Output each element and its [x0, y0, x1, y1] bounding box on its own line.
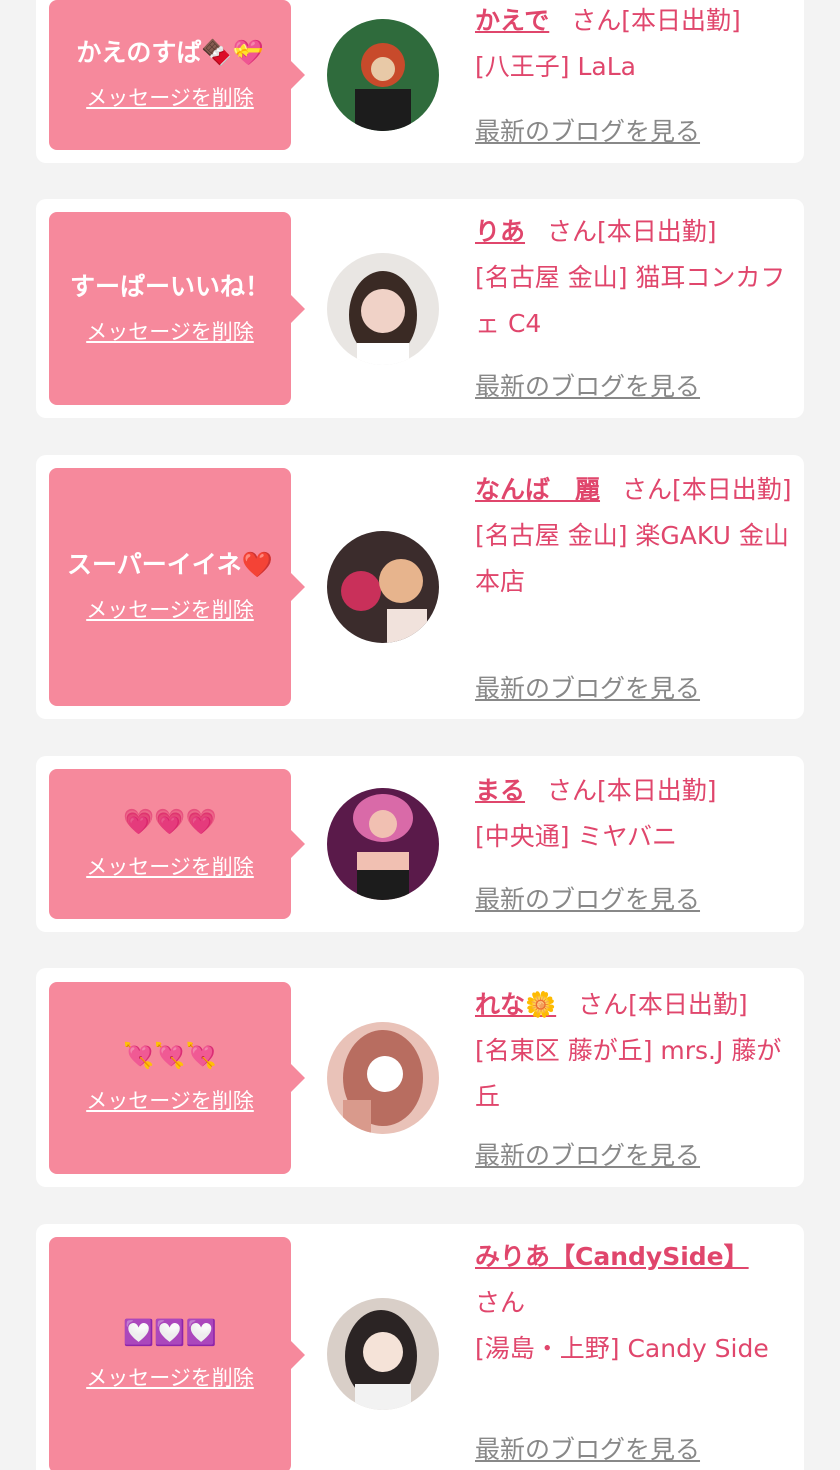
name-link[interactable]: れな🌼	[475, 990, 556, 1019]
name-link[interactable]: りあ	[475, 217, 525, 246]
delete-message-link[interactable]: メッセージを削除	[86, 1085, 254, 1115]
name-link[interactable]: まる	[475, 776, 525, 805]
blog-link[interactable]: 最新のブログを見る	[475, 112, 700, 148]
avatar[interactable]	[327, 1298, 439, 1410]
message-card: すーぱーいいね！ メッセージを削除 りあ さん[本日出勤] [名古屋 金山] 猫耳…	[36, 199, 804, 418]
message-card: 💘💘💘 メッセージを削除 れな🌼 さん[本日出勤] [名東区 藤が丘] mrs.J…	[36, 968, 804, 1187]
name-link[interactable]: みりあ【CandySide】	[475, 1242, 749, 1271]
message-card: スーパーイイネ❤️ メッセージを削除 なんば 麗さん[本日出勤] [名古屋 金山…	[36, 455, 804, 719]
profile-info: りあ さん[本日出勤] [名古屋 金山] 猫耳コンカフェ C4	[475, 209, 795, 347]
status-text: [本日出勤]	[597, 217, 717, 246]
blog-link[interactable]: 最新のブログを見る	[475, 367, 700, 403]
honorific: さん	[578, 990, 629, 1019]
delete-message-link[interactable]: メッセージを削除	[86, 851, 254, 881]
status-text: [本日出勤]	[628, 990, 748, 1019]
status-text: [本日出勤]	[621, 6, 741, 35]
honorific: さん	[571, 6, 622, 35]
message-card: 💟💟💟 メッセージを削除 みりあ【CandySide】さん [湯島・上野] Ca…	[36, 1224, 804, 1470]
shop-text: [名古屋 金山] 楽GAKU 金山本店	[475, 521, 789, 596]
message-text: 💘💘💘	[123, 1041, 217, 1070]
delete-message-link[interactable]: メッセージを削除	[86, 594, 254, 624]
honorific: さん	[475, 1288, 526, 1317]
avatar[interactable]	[327, 531, 439, 643]
message-card: かえのすぱ🍫💝 メッセージを削除 かえで さん[本日出勤] [八王子] LaLa …	[36, 0, 804, 163]
message-text: 💗💗💗	[123, 807, 217, 836]
message-text: すーぱーいいね！	[69, 271, 270, 301]
name-link[interactable]: なんば 麗	[475, 475, 600, 504]
honorific: さん	[547, 776, 598, 805]
honorific: さん	[547, 217, 598, 246]
shop-text: [八王子] LaLa	[475, 52, 636, 81]
blog-link[interactable]: 最新のブログを見る	[475, 1136, 700, 1172]
status-text: [本日出勤]	[597, 776, 717, 805]
profile-info: かえで さん[本日出勤] [八王子] LaLa	[475, 0, 795, 90]
shop-text: [湯島・上野] Candy Side	[475, 1334, 769, 1363]
avatar[interactable]	[327, 19, 439, 131]
avatar[interactable]	[327, 1022, 439, 1134]
message-text: かえのすぱ🍫💝	[76, 38, 264, 67]
honorific: さん	[622, 475, 673, 504]
profile-info: れな🌼 さん[本日出勤] [名東区 藤が丘] mrs.J 藤が丘	[475, 982, 795, 1120]
message-bubble: 💘💘💘 メッセージを削除	[49, 982, 305, 1174]
shop-text: [中央通] ミヤバニ	[475, 822, 677, 851]
avatar[interactable]	[327, 788, 439, 900]
profile-info: まる さん[本日出勤] [中央通] ミヤバニ	[475, 768, 795, 860]
message-card: 💗💗💗 メッセージを削除 まる さん[本日出勤] [中央通] ミヤバニ 最新のブロ…	[36, 756, 804, 932]
shop-text: [名東区 藤が丘] mrs.J 藤が丘	[475, 1036, 782, 1111]
blog-link[interactable]: 最新のブログを見る	[475, 669, 700, 705]
message-bubble: かえのすぱ🍫💝 メッセージを削除	[49, 0, 305, 150]
message-bubble: すーぱーいいね！ メッセージを削除	[49, 212, 305, 405]
delete-message-link[interactable]: メッセージを削除	[86, 316, 254, 346]
status-text: [本日出勤]	[672, 475, 792, 504]
message-bubble: スーパーイイネ❤️ メッセージを削除	[49, 468, 305, 706]
message-bubble: 💟💟💟 メッセージを削除	[49, 1237, 305, 1470]
message-text: スーパーイイネ❤️	[67, 550, 273, 579]
profile-info: みりあ【CandySide】さん [湯島・上野] Candy Side	[475, 1234, 795, 1372]
message-text: 💟💟💟	[123, 1318, 217, 1347]
blog-link[interactable]: 最新のブログを見る	[475, 1430, 700, 1466]
message-bubble: 💗💗💗 メッセージを削除	[49, 769, 305, 919]
blog-link[interactable]: 最新のブログを見る	[475, 880, 700, 916]
shop-text: [名古屋 金山] 猫耳コンカフェ C4	[475, 263, 786, 338]
avatar[interactable]	[327, 253, 439, 365]
profile-info: なんば 麗さん[本日出勤] [名古屋 金山] 楽GAKU 金山本店	[475, 467, 795, 605]
delete-message-link[interactable]: メッセージを削除	[86, 1362, 254, 1392]
name-link[interactable]: かえで	[475, 6, 549, 35]
delete-message-link[interactable]: メッセージを削除	[86, 82, 254, 112]
